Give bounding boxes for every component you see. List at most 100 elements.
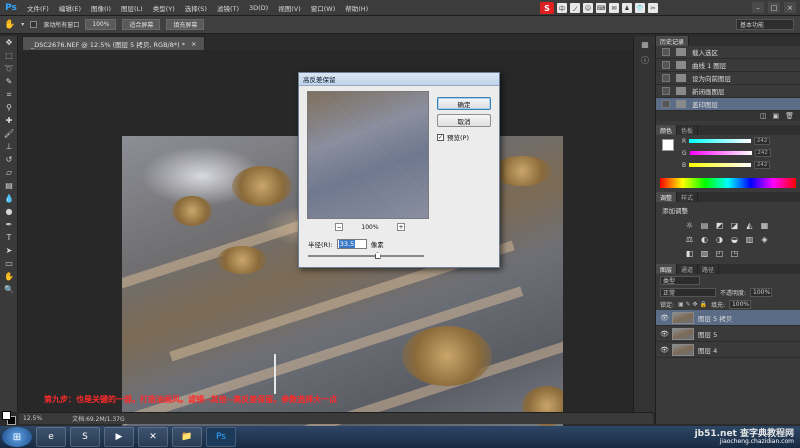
lock-icons[interactable]: ▣ ✎ ✥ 🔒	[678, 301, 707, 308]
eyedropper-tool-icon[interactable]: ⚲	[0, 101, 18, 114]
levels-icon[interactable]: ▤	[699, 220, 710, 230]
tab-adjustments[interactable]: 调整	[656, 192, 678, 202]
selective-color-icon[interactable]: ◳	[729, 248, 740, 258]
layer-row[interactable]: 👁 图层 5	[656, 326, 800, 342]
blur-tool-icon[interactable]: 💧	[0, 192, 18, 205]
menu-filter[interactable]: 滤镜(T)	[212, 3, 244, 13]
layer-kind-filter[interactable]: 类型	[660, 275, 700, 285]
quick-select-tool-icon[interactable]: ✎	[0, 75, 18, 88]
workspace-switcher[interactable]: 基本功能	[736, 19, 794, 30]
fit-screen-button[interactable]: 适合屏幕	[122, 19, 161, 30]
exposure-icon[interactable]: ◪	[729, 220, 740, 230]
create-snapshot-icon[interactable]: ▣	[772, 112, 779, 120]
layer-row[interactable]: 👁 图层 4	[656, 342, 800, 358]
channel-g-value[interactable]: 242	[754, 149, 771, 157]
lasso-tool-icon[interactable]: ➰	[0, 62, 18, 75]
document-tab[interactable]: _DSC2676.NEF @ 12.5% (图层 5 拷贝, RGB/8*) *…	[22, 36, 206, 50]
history-brush-tool-icon[interactable]: ↺	[0, 153, 18, 166]
eraser-tool-icon[interactable]: ▱	[0, 166, 18, 179]
threshold-icon[interactable]: ▨	[699, 248, 710, 258]
tab-channels[interactable]: 通道	[677, 264, 699, 274]
zoom-out-icon[interactable]: −	[335, 223, 343, 231]
ime-emoji-icon[interactable]: ☺	[583, 3, 593, 13]
channel-b-slider[interactable]	[689, 163, 752, 167]
color-swatches[interactable]	[2, 411, 16, 425]
fill-value[interactable]: 100%	[728, 299, 751, 309]
radius-slider-thumb[interactable]	[374, 252, 381, 259]
ime-keyboard-icon[interactable]: ⌨	[596, 3, 606, 13]
dialog-preview-image[interactable]	[307, 91, 429, 219]
clone-stamp-tool-icon[interactable]: ⊥	[0, 140, 18, 153]
ime-mail-icon[interactable]: ✉	[609, 3, 619, 13]
zoom-100-button[interactable]: 100%	[85, 19, 117, 30]
menu-image[interactable]: 图像(I)	[86, 3, 116, 13]
eye-icon[interactable]: 👁	[660, 346, 669, 354]
shape-tool-icon[interactable]: ▭	[0, 257, 18, 270]
curves-icon[interactable]: ◩	[714, 220, 725, 230]
layer-name[interactable]: 图层 4	[698, 345, 717, 355]
new-document-from-state-icon[interactable]: ◫	[760, 112, 767, 120]
brush-tool-icon[interactable]: 🖌	[0, 127, 18, 140]
color-lookup-icon[interactable]: ▥	[744, 234, 755, 244]
properties-panel-icon[interactable]: ⓘ	[634, 52, 656, 68]
layer-name[interactable]: 图层 5	[698, 329, 717, 339]
gradient-tool-icon[interactable]: ▤	[0, 179, 18, 192]
color-fg-chip[interactable]	[662, 139, 674, 151]
brightness-icon[interactable]: ☼	[684, 220, 695, 230]
opacity-value[interactable]: 100%	[750, 287, 773, 297]
cancel-button[interactable]: 取消	[437, 114, 491, 127]
type-tool-icon[interactable]: T	[0, 231, 18, 244]
history-item[interactable]: 载入选区	[656, 46, 800, 59]
hand-tool-icon[interactable]: ✋	[0, 270, 18, 283]
ie-taskbar-icon[interactable]: e	[36, 427, 66, 447]
start-button[interactable]: ⊞	[2, 427, 32, 447]
history-panel-icon[interactable]: ▦	[634, 36, 656, 52]
tab-history[interactable]: 历史记录	[656, 36, 690, 46]
layer-row-active[interactable]: 👁 图层 5 拷贝	[656, 310, 800, 326]
tab-layers[interactable]: 图层	[656, 264, 678, 274]
invert-icon[interactable]: ◈	[759, 234, 770, 244]
history-source-box[interactable]	[662, 100, 670, 108]
history-item-active[interactable]: 盖印图层	[656, 98, 800, 111]
black-white-icon[interactable]: ◐	[699, 234, 710, 244]
move-tool-icon[interactable]: ✥	[0, 36, 18, 49]
crop-tool-icon[interactable]: ⌗	[0, 88, 18, 101]
trash-icon[interactable]: 🗑	[785, 112, 794, 120]
ime-scissors-icon[interactable]: ✂	[648, 3, 658, 13]
foreground-color-swatch[interactable]	[2, 411, 11, 420]
radius-slider[interactable]	[308, 252, 424, 259]
path-select-tool-icon[interactable]: ➤	[0, 244, 18, 257]
photoshop-taskbar-icon[interactable]: Ps	[206, 427, 236, 447]
menu-file[interactable]: 文件(F)	[22, 3, 54, 13]
hue-saturation-icon[interactable]: ▦	[759, 220, 770, 230]
ime-lang-icon[interactable]: 中	[557, 3, 567, 13]
menu-help[interactable]: 帮助(H)	[340, 3, 373, 13]
menu-layer[interactable]: 图层(L)	[116, 3, 148, 13]
zoom-tool-icon[interactable]: 🔍	[0, 283, 18, 296]
ime-skin-icon[interactable]: 👕	[635, 3, 645, 13]
history-source-box[interactable]	[662, 87, 670, 95]
tab-paths[interactable]: 路径	[698, 264, 720, 274]
media-player-taskbar-icon[interactable]: ▶	[104, 427, 134, 447]
ime-punct-icon[interactable]: ノ	[570, 3, 580, 13]
marquee-tool-icon[interactable]: ⬚	[0, 49, 18, 62]
tool-preset-dropdown-icon[interactable]: ▾	[21, 21, 24, 28]
maximize-icon[interactable]: □	[768, 2, 780, 13]
color-balance-icon[interactable]: ⚖	[684, 234, 695, 244]
history-item[interactable]: 设为向前图层	[656, 72, 800, 85]
ime-tools-icon[interactable]: ♟	[622, 3, 632, 13]
close-icon[interactable]: ×	[784, 2, 796, 13]
blend-mode-select[interactable]: 正常	[660, 287, 716, 297]
scroll-all-windows-checkbox[interactable]	[30, 21, 38, 28]
color-spectrum[interactable]	[660, 178, 796, 188]
tab-styles[interactable]: 样式	[677, 192, 699, 202]
menu-select[interactable]: 选择(S)	[180, 3, 212, 13]
tab-swatches[interactable]: 色板	[677, 125, 699, 135]
menu-3d[interactable]: 3D(D)	[244, 4, 273, 12]
menu-type[interactable]: 类型(Y)	[148, 3, 180, 13]
sogou-taskbar-icon[interactable]: S	[70, 427, 100, 447]
close-tab-icon[interactable]: ×	[191, 40, 196, 48]
minimize-icon[interactable]: –	[752, 2, 764, 13]
channel-r-slider[interactable]	[689, 139, 752, 143]
history-source-box[interactable]	[662, 74, 670, 82]
